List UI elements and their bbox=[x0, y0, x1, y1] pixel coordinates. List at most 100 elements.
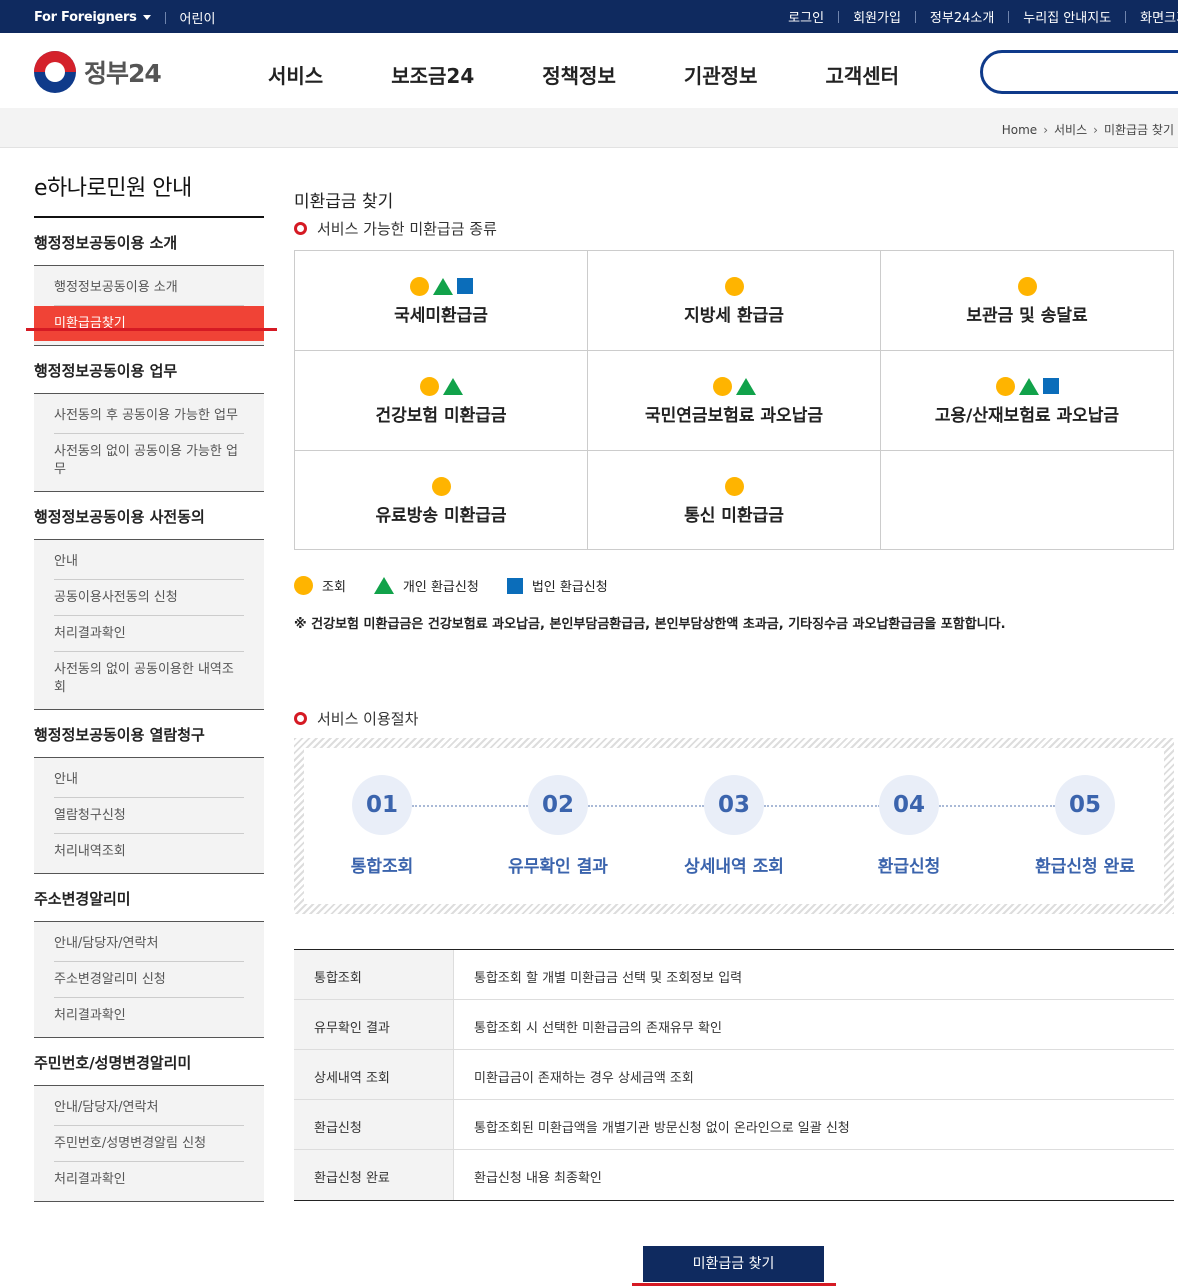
sidebar-group-title[interactable]: 행정정보공동이용 사전동의 bbox=[34, 492, 264, 540]
sidebar-item[interactable]: 안내/담당자/연락처 bbox=[54, 1090, 244, 1126]
find-refund-button[interactable]: 미환급금 찾기 bbox=[643, 1246, 824, 1282]
highlight-underline bbox=[632, 1283, 836, 1286]
signup-link[interactable]: 회원가입 bbox=[853, 7, 901, 26]
nav-agency[interactable]: 기관정보 bbox=[684, 60, 758, 89]
login-link[interactable]: 로그인 bbox=[788, 7, 824, 26]
notice-text: ※ 건강보험 미환급금은 건강보험료 과오납금, 본인부담금환급금, 본인부담상… bbox=[294, 617, 1006, 632]
table-cell: 미환급금이 존재하는 경우 상세금액 조회 bbox=[474, 1071, 694, 1086]
search-input[interactable] bbox=[980, 50, 1178, 94]
section-title-process: 서비스 이용절차 bbox=[294, 708, 418, 729]
sidebar-group-title[interactable]: 주민번호/성명변경알리미 bbox=[34, 1038, 264, 1086]
process-step: 02 유무확인 결과 bbox=[488, 775, 628, 877]
sidebar-title: e하나로민원 안내 bbox=[34, 170, 264, 218]
refund-card-name: 고용/산재보험료 과오납금 bbox=[934, 406, 1120, 426]
table-header-cell: 유무확인 결과 bbox=[294, 1000, 454, 1049]
nav-services[interactable]: 서비스 bbox=[268, 60, 323, 89]
table-header-cell: 상세내역 조회 bbox=[294, 1050, 454, 1099]
site-logo[interactable]: 정부24 bbox=[34, 51, 162, 93]
section-title-label: 서비스 이용절차 bbox=[317, 710, 419, 728]
square-icon bbox=[456, 278, 473, 294]
table-cell: 통합조회된 미환급액을 개별기관 방문신청 없이 온라인으로 일괄 신청 bbox=[474, 1121, 850, 1136]
breadcrumb: Home › 서비스 › 미환급금 찾기 bbox=[1002, 121, 1174, 138]
process-step: 05 환급신청 완료 bbox=[1015, 775, 1155, 877]
sidebar-item[interactable]: 행정정보공동이용 소개 bbox=[54, 270, 244, 306]
table-cell: 환급신청 내용 최종확인 bbox=[474, 1171, 602, 1186]
triangle-icon bbox=[735, 377, 756, 395]
process-step: 04 환급신청 bbox=[839, 775, 979, 877]
step-number: 01 bbox=[352, 775, 412, 835]
screen-size-link[interactable]: 화면크기 bbox=[1140, 7, 1178, 26]
process-steps-box: 01 통합조회 02 유무확인 결과 03 상세내역 조회 04 환급신청 05… bbox=[294, 738, 1174, 914]
sidebar-group-title[interactable]: 행정정보공동이용 소개 bbox=[34, 218, 264, 266]
refund-card-name: 유료방송 미환급금 bbox=[375, 506, 507, 526]
divider bbox=[1008, 10, 1010, 23]
circle-icon bbox=[712, 376, 732, 396]
breadcrumb-services[interactable]: 서비스 bbox=[1054, 121, 1087, 138]
section-title-types: 서비스 가능한 미환급금 종류 bbox=[294, 218, 1174, 239]
circle-icon bbox=[995, 376, 1015, 396]
sidebar-item[interactable]: 주소변경알리미 신청 bbox=[54, 962, 244, 998]
step-label: 통합조회 bbox=[350, 857, 414, 877]
circle-icon bbox=[409, 276, 429, 296]
sidebar-item[interactable]: 처리결과확인 bbox=[54, 1162, 244, 1197]
table-row: 환급신청 완료 환급신청 내용 최종확인 bbox=[294, 1150, 1174, 1200]
sidebar-item-active[interactable]: 미환급금찾기 bbox=[34, 306, 264, 341]
sidebar-item[interactable]: 주민번호/성명변경알림 신청 bbox=[54, 1126, 244, 1162]
main-header: 정부24 서비스 보조금24 정책정보 기관정보 고객센터 bbox=[0, 33, 1178, 108]
kids-link[interactable]: 어린이 bbox=[180, 8, 216, 27]
breadcrumb-home[interactable]: Home bbox=[1002, 123, 1037, 137]
step-number: 03 bbox=[704, 775, 764, 835]
step-number: 02 bbox=[528, 775, 588, 835]
refund-card: 국세미환급금 bbox=[295, 251, 588, 351]
step-label: 환급신청 완료 bbox=[1035, 857, 1135, 877]
refund-card: 지방세 환급금 bbox=[588, 251, 881, 351]
sidebar-item[interactable]: 처리결과확인 bbox=[54, 616, 244, 652]
caret-down-icon bbox=[142, 15, 151, 20]
sidebar-item[interactable]: 공동이용사전동의 신청 bbox=[54, 580, 244, 616]
legend-personal: 개인 환급신청 bbox=[402, 580, 479, 595]
step-label: 환급신청 bbox=[877, 857, 941, 877]
main-content: 미환급금 찾기 서비스 가능한 미환급금 종류 국세미환급금 지방세 환급금 보… bbox=[294, 187, 1174, 1282]
about-link[interactable]: 정부24소개 bbox=[930, 7, 994, 26]
step-label: 유무확인 결과 bbox=[508, 857, 608, 877]
divider bbox=[914, 10, 916, 23]
nav-subsidy[interactable]: 보조금24 bbox=[391, 60, 474, 89]
circle-icon bbox=[724, 276, 744, 296]
table-header-cell: 환급신청 완료 bbox=[294, 1150, 454, 1200]
nav-support[interactable]: 고객센터 bbox=[825, 60, 899, 89]
sidebar-item[interactable]: 안내 bbox=[54, 762, 244, 798]
triangle-icon bbox=[373, 577, 394, 594]
utility-left: For Foreigners 어린이 bbox=[34, 8, 215, 27]
table-cell: 통합조회 할 개별 미환급금 선택 및 조회정보 입력 bbox=[474, 971, 743, 986]
nav-policy[interactable]: 정책정보 bbox=[542, 60, 616, 89]
sidebar-item[interactable]: 열람청구신청 bbox=[54, 798, 244, 834]
step-number: 05 bbox=[1055, 775, 1115, 835]
triangle-icon bbox=[442, 377, 463, 395]
sidebar-group-title[interactable]: 행정정보공동이용 열람청구 bbox=[34, 710, 264, 758]
process-table: 통합조회 통합조회 할 개별 미환급금 선택 및 조회정보 입력 유무확인 결과 통… bbox=[294, 949, 1174, 1201]
legend-inquiry: 조회 bbox=[322, 580, 346, 595]
chevron-right-icon: › bbox=[1043, 122, 1048, 137]
sidebar-item[interactable]: 사전동의 없이 공동이용한 내역조회 bbox=[54, 652, 244, 705]
sitemap-link[interactable]: 누리집 안내지도 bbox=[1023, 7, 1111, 26]
sidebar-submenu: 안내/담당자/연락처 주민번호/성명변경알림 신청 처리결과확인 bbox=[34, 1086, 264, 1202]
sidebar-item[interactable]: 처리내역조회 bbox=[54, 834, 244, 869]
sidebar-item[interactable]: 안내/담당자/연락처 bbox=[54, 926, 244, 962]
utility-right: 로그인 회원가입 정부24소개 누리집 안내지도 화면크기 bbox=[788, 7, 1178, 26]
utility-bar: For Foreigners 어린이 로그인 회원가입 정부24소개 누리집 안… bbox=[0, 0, 1178, 33]
for-foreigners-link[interactable]: For Foreigners bbox=[34, 10, 151, 25]
bullet-icon bbox=[294, 222, 307, 235]
square-icon bbox=[506, 577, 523, 594]
sidebar-item[interactable]: 안내 bbox=[54, 544, 244, 580]
sidebar-item[interactable]: 사전동의 없이 공동이용 가능한 업무 bbox=[54, 434, 244, 487]
logo-text: 정부24 bbox=[84, 59, 162, 88]
sidebar-group-title[interactable]: 주소변경알리미 bbox=[34, 874, 264, 922]
section-title-label: 서비스 가능한 미환급금 종류 bbox=[317, 220, 497, 238]
sidebar-item[interactable]: 처리결과확인 bbox=[54, 998, 244, 1033]
table-cell: 통합조회 시 선택한 미환급금의 존재유무 확인 bbox=[474, 1021, 722, 1036]
divider bbox=[838, 10, 840, 23]
process-step: 03 상세내역 조회 bbox=[664, 775, 804, 877]
circle-icon bbox=[431, 476, 451, 496]
sidebar-item[interactable]: 사전동의 후 공동이용 가능한 업무 bbox=[54, 398, 244, 434]
sidebar-group-title[interactable]: 행정정보공동이용 업무 bbox=[34, 346, 264, 394]
